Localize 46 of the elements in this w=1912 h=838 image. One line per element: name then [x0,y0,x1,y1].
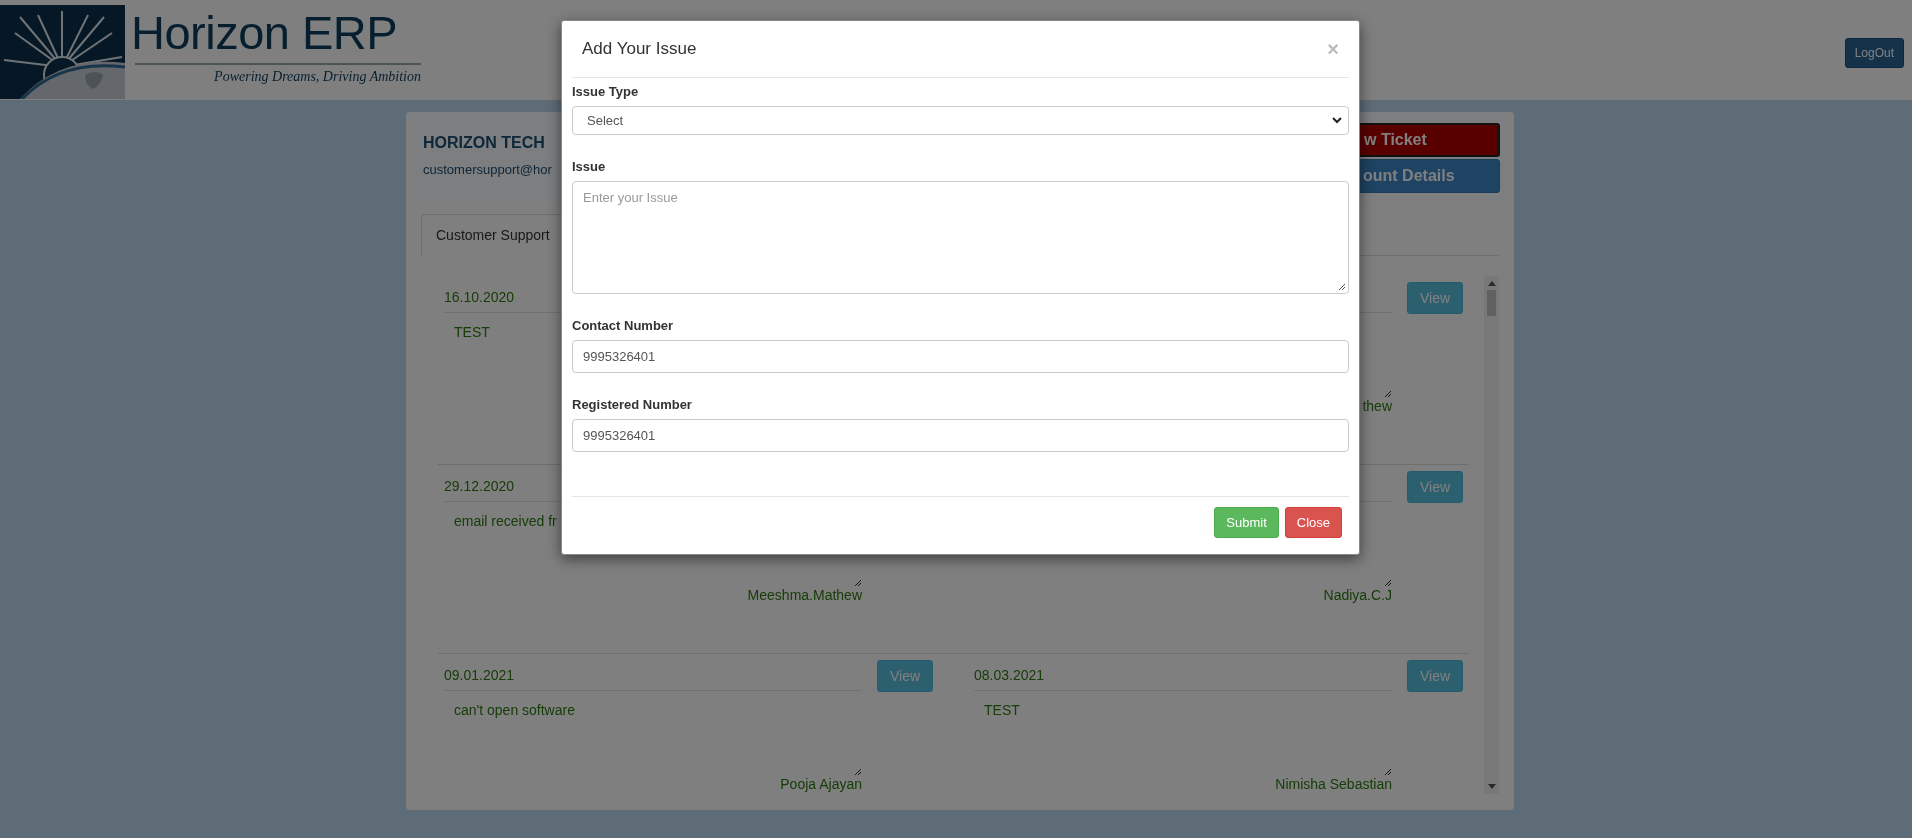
scrollbar-thumb[interactable] [1487,290,1496,316]
ticket-issue: TEST [454,324,490,340]
resize-grip-icon [1384,579,1392,587]
ticket-author: Meeshma.Mathew [747,587,862,603]
logo-sun-icon [0,5,125,99]
input-field[interactable]: 9995326401 [572,419,1349,452]
close-button[interactable]: × [1323,37,1343,61]
view-button[interactable]: View [1407,660,1464,692]
field-label: Registered Number [572,396,693,414]
dialog-button[interactable]: Submit [1214,507,1279,538]
issue-type-select[interactable]: Select [572,106,1349,135]
resize-grip-icon [1384,390,1392,398]
resize-grip-icon [1338,283,1346,291]
ticket-author: thew [1362,398,1392,414]
issue-textarea[interactable]: Enter your Issue [572,181,1349,294]
ticket-issue: can't open software [454,702,575,718]
resize-grip-icon [854,768,862,776]
view-button[interactable]: View [1407,471,1464,503]
resize-grip-icon [1384,768,1392,776]
scroll-up-icon[interactable] [1487,280,1496,286]
logo-title: Horizon ERP [131,5,399,61]
resize-grip-icon [854,579,862,587]
dialog-title: Add Your Issue [582,39,697,59]
logo-tagline: Powering Dreams, Driving Ambition [214,69,421,85]
ticket-author: Nadiya.C.J [1323,587,1392,603]
scroll-down-icon[interactable] [1487,784,1496,790]
scrollbar[interactable] [1484,276,1499,794]
company-email: customersupport@hor [423,162,552,177]
ticket-date: 16.10.2020 [444,289,515,305]
ticket-author: Pooja Ajayan [780,776,862,792]
view-button[interactable]: View [1407,282,1464,314]
ticket-date: 08.03.2021 [974,667,1045,683]
ticket-date: 29.12.2020 [444,478,515,494]
input-field[interactable]: 9995326401 [572,340,1349,373]
logout-button[interactable]: LogOut [1844,38,1904,68]
field-label: Contact Number [572,317,675,335]
company-name: HORIZON TECH [423,134,546,152]
chevron-down-icon [1332,117,1342,124]
ticket-issue: TEST [984,702,1020,718]
ticket-issue: email received fr [454,513,557,529]
field-label: Issue Type [572,83,640,101]
ticket-date: 09.01.2021 [444,667,515,683]
dialog-button[interactable]: Close [1284,507,1342,538]
field-label: Issue [572,158,607,176]
ticket-author: Nimisha Sebastian [1275,776,1392,792]
view-button[interactable]: View [877,660,934,692]
